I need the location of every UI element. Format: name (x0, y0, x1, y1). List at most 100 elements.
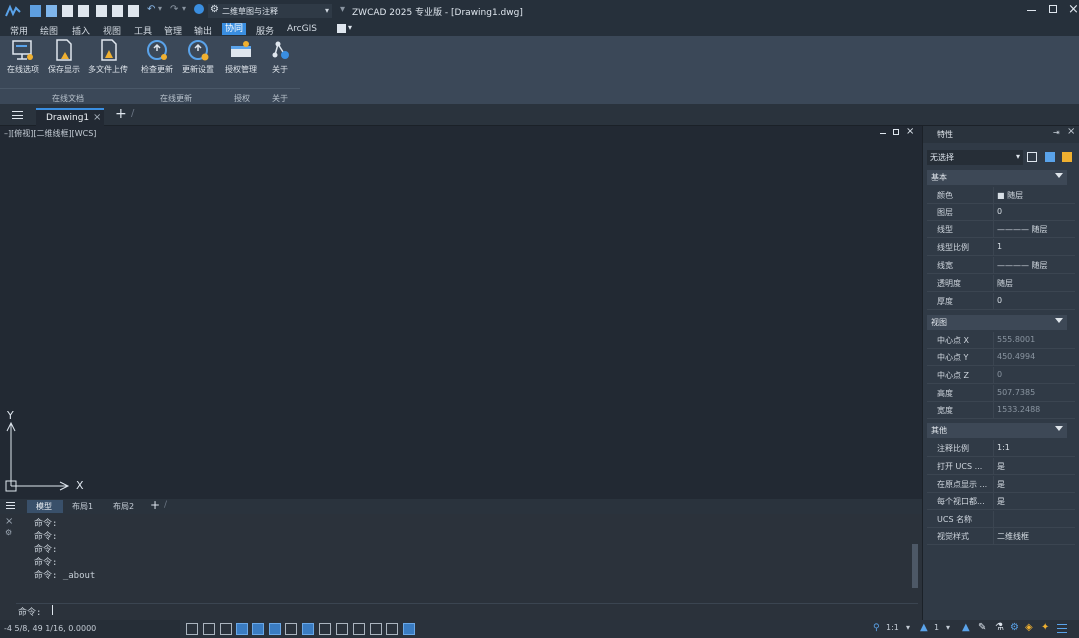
annotation-scale-icon[interactable]: 1:1 (886, 623, 899, 632)
ribbon-toggle-icon[interactable] (337, 24, 346, 33)
prop-row-layer[interactable]: 图层 0 (927, 204, 1075, 221)
prop-row-ucs-at-origin[interactable]: 在原点显示 ... 是 (927, 476, 1075, 493)
undo-icon[interactable]: ↶ (147, 4, 155, 15)
prop-row-transparency[interactable]: 透明度 随层 (927, 275, 1075, 292)
dynamic-input-icon[interactable] (386, 623, 398, 635)
doc-tab-drawing1[interactable]: Drawing1 × (36, 108, 104, 126)
selection-cycling-icon[interactable] (353, 623, 365, 635)
online-options-button[interactable]: 在线选项 (5, 38, 41, 78)
layout-tab-layout1[interactable]: 布局1 (72, 501, 93, 512)
prop-row-thickness[interactable]: 厚度 0 (927, 293, 1075, 310)
layout-tab-model[interactable]: 模型 (27, 500, 63, 513)
transparency-icon[interactable] (336, 623, 348, 635)
command-window[interactable]: × ⚙ 命令: 命令: 命令: 命令: 命令: _about 命令: (0, 514, 922, 620)
ribbon-toggle-dropdown-icon[interactable]: ▾ (348, 23, 352, 32)
quick-select-icon[interactable] (1062, 152, 1072, 162)
model-space-icon[interactable] (403, 623, 415, 635)
save-icon[interactable] (62, 5, 73, 17)
prop-row-center-y[interactable]: 中心点 Y 450.4994 (927, 349, 1075, 366)
menu-collaborate[interactable]: 协同 (222, 23, 247, 35)
3d-osnap-icon[interactable] (370, 623, 382, 635)
toggle-pickadd-icon[interactable] (1027, 152, 1037, 162)
prop-row-center-z[interactable]: 中心点 Z 0 (927, 367, 1075, 384)
command-scrollbar[interactable] (912, 544, 918, 588)
viewport-minimize-icon[interactable] (880, 133, 886, 134)
select-objects-icon[interactable] (1045, 152, 1055, 162)
prop-row-annotation-scale[interactable]: 注释比例 1:1 (927, 440, 1075, 457)
close-tab-icon[interactable]: × (93, 112, 101, 123)
isolate-objects-icon[interactable]: ⚗ (995, 622, 1004, 633)
prop-row-linetype-scale[interactable]: 线型比例 1 (927, 239, 1075, 256)
close-button[interactable]: × (1068, 2, 1079, 17)
selection-dropdown[interactable]: 无选择 ▾ (927, 150, 1023, 165)
undo-dropdown-icon[interactable]: ▾ (158, 4, 162, 13)
dynamic-ucs-icon[interactable] (302, 623, 314, 635)
add-layout-icon[interactable]: + (150, 498, 160, 512)
section-basic[interactable]: 基本 (927, 170, 1067, 185)
check-update-button[interactable]: 检查更新 (139, 38, 175, 78)
panel-close-icon[interactable]: × (1067, 126, 1075, 137)
prop-row-center-x[interactable]: 中心点 X 555.8001 (927, 332, 1075, 349)
open-file-icon[interactable] (46, 5, 57, 17)
scale-dropdown-icon[interactable]: ▾ (946, 623, 950, 632)
snap-mode-icon[interactable] (203, 623, 215, 635)
section-view[interactable]: 视图 (927, 315, 1067, 330)
customize-quick-access-icon[interactable]: ▾ (340, 4, 345, 15)
multi-file-upload-button[interactable]: 多文件上传 (88, 38, 128, 78)
hamburger-menu-icon[interactable] (12, 111, 23, 119)
object-snap-icon[interactable] (269, 623, 281, 635)
minimize-button[interactable] (1027, 10, 1036, 11)
maximize-button[interactable] (1049, 5, 1057, 13)
lock-ui-icon[interactable]: ✎ (978, 622, 986, 633)
settings-gear-icon[interactable]: ⚙ (1010, 622, 1019, 633)
infer-constraints-icon[interactable] (186, 623, 198, 635)
workspace-selector[interactable]: ⚙ 二维草图与注释 ▾ (208, 4, 332, 18)
scale-value-icon[interactable]: 1 (934, 623, 939, 632)
ortho-mode-icon[interactable] (236, 623, 248, 635)
prop-row-linetype[interactable]: 线型 ———— 随层 (927, 221, 1075, 238)
viewport-controls-label[interactable]: –][俯视][二维线框][WCS] (4, 128, 96, 139)
pin-icon[interactable]: ⇥ (1053, 128, 1060, 137)
auto-scale-icon[interactable]: ▲ (920, 622, 928, 633)
polar-tracking-icon[interactable] (252, 623, 264, 635)
viewport-restore-icon[interactable] (893, 129, 899, 135)
prop-row-height[interactable]: 高度 507.7385 (927, 385, 1075, 402)
command-input[interactable]: 命令: (16, 603, 918, 618)
prop-row-width[interactable]: 宽度 1533.2488 (927, 402, 1075, 419)
object-snap-tracking-icon[interactable] (285, 623, 297, 635)
prop-row-color[interactable]: 颜色 ■ 随层 (927, 187, 1075, 204)
help-icon[interactable] (194, 4, 204, 14)
plot-icon[interactable] (128, 5, 139, 17)
section-other[interactable]: 其他 (927, 423, 1067, 438)
prop-row-lineweight[interactable]: 线宽 ———— 随层 (927, 257, 1075, 274)
lineweight-icon[interactable] (319, 623, 331, 635)
command-close-icon[interactable]: × (5, 516, 13, 527)
license-management-button[interactable]: 授权管理 (223, 38, 259, 78)
redo-dropdown-icon[interactable]: ▾ (182, 4, 186, 13)
menu-arcgis[interactable]: ArcGIS (287, 24, 317, 34)
prop-row-ucs-per-viewport[interactable]: 每个视口都... 是 (927, 493, 1075, 510)
grid-display-icon[interactable] (220, 623, 232, 635)
save-as-icon[interactable] (78, 5, 89, 17)
publish-icon[interactable] (96, 5, 107, 17)
command-settings-icon[interactable]: ⚙ (5, 528, 12, 537)
coordinates-area[interactable]: -4 5/8, 49 1/16, 0.0000 (0, 620, 180, 638)
annotation-scale-dropdown-icon[interactable]: ▾ (906, 623, 910, 632)
hardware-acceleration-icon[interactable]: ◈ (1025, 622, 1033, 633)
save-display-button[interactable]: 保存显示 (46, 38, 82, 78)
update-settings-button[interactable]: 更新设置 (180, 38, 216, 78)
annotation-visibility-icon[interactable]: ⚲ (873, 623, 880, 633)
drawing-canvas[interactable]: –][俯视][二维线框][WCS] × Y X (0, 126, 922, 499)
print-icon[interactable] (112, 5, 123, 17)
prop-row-visual-style[interactable]: 视觉样式 二维线框 (927, 528, 1075, 545)
about-button[interactable]: 关于 (262, 38, 298, 78)
new-tab-icon[interactable]: + (115, 106, 127, 122)
new-file-icon[interactable] (30, 5, 41, 17)
customize-status-bar-icon[interactable] (1057, 624, 1067, 633)
workspace-switch-icon[interactable]: ▲ (962, 622, 970, 633)
viewport-close-icon[interactable]: × (906, 126, 914, 137)
layout-menu-icon[interactable] (6, 502, 15, 509)
prop-row-ucs-icon-on[interactable]: 打开 UCS ... 是 (927, 458, 1075, 475)
prop-row-ucs-name[interactable]: UCS 名称 (927, 511, 1075, 528)
redo-icon[interactable]: ↷ (170, 4, 178, 15)
